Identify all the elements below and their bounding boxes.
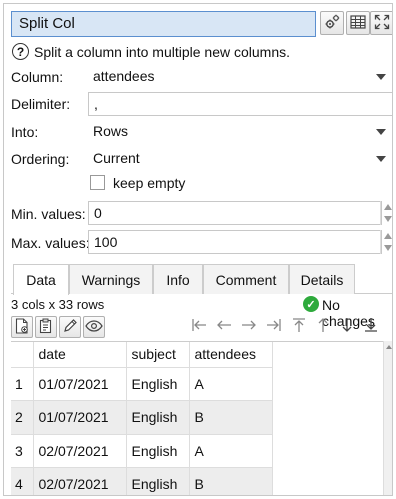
cell-attendees[interactable]: B: [189, 467, 273, 495]
row-number-header: [11, 342, 34, 368]
data-table: date subject attendees 1 01/07/2021 Engl…: [11, 342, 273, 495]
cell-attendees[interactable]: B: [189, 400, 273, 435]
last-column-button[interactable]: [263, 316, 285, 338]
min-values-input[interactable]: 0: [88, 201, 382, 225]
min-values-spinner[interactable]: [380, 201, 392, 225]
cell-subject[interactable]: English: [126, 367, 190, 401]
expand-icon: [374, 14, 390, 33]
spin-down-icon[interactable]: [384, 245, 392, 251]
view-button[interactable]: [83, 316, 105, 338]
into-select-value: Rows: [93, 123, 129, 139]
maximize-button[interactable]: [370, 11, 392, 35]
paste-icon: [39, 318, 53, 337]
right-arrow-icon: [241, 318, 257, 336]
top-icon: [292, 317, 306, 337]
table-view-button[interactable]: [346, 11, 370, 35]
tab-data[interactable]: Data: [13, 264, 69, 295]
help-icon[interactable]: ?: [12, 43, 29, 60]
split-col-panel: Split Col ? Split a column into multiple…: [3, 3, 393, 496]
cell-attendees[interactable]: A: [189, 367, 273, 401]
tab-details[interactable]: Details: [289, 264, 355, 294]
cell-date[interactable]: 01/07/2021: [33, 367, 127, 401]
edit-button[interactable]: [59, 316, 81, 338]
spin-up-icon[interactable]: [384, 233, 392, 239]
pencil-icon: [62, 318, 78, 337]
ordering-select-value: Current: [93, 150, 140, 166]
column-header-subject[interactable]: subject: [126, 342, 190, 368]
table-icon: [350, 14, 366, 32]
delimiter-input[interactable]: ,: [88, 92, 392, 116]
spin-down-icon[interactable]: [384, 216, 392, 222]
max-values-input[interactable]: 100: [88, 230, 382, 254]
row-number: 2: [11, 400, 34, 435]
table-row[interactable]: 3 02/07/2021 English A: [11, 434, 273, 468]
tab-warnings[interactable]: Warnings: [69, 264, 153, 294]
header-row: date subject attendees: [11, 342, 273, 368]
tab-bar: Data Warnings Info Comment Details: [11, 264, 392, 295]
chevron-down-icon: [376, 156, 386, 162]
delimiter-label: Delimiter:: [11, 96, 71, 112]
eye-icon: [85, 319, 103, 335]
column-header-attendees[interactable]: attendees: [189, 342, 273, 368]
column-select[interactable]: attendees: [88, 65, 392, 89]
left-arrow-icon: [216, 318, 232, 336]
first-column-icon: [191, 318, 207, 336]
cell-subject[interactable]: English: [126, 400, 190, 435]
keep-empty-checkbox[interactable]: [90, 175, 105, 190]
row-number: 3: [11, 434, 34, 468]
top-button[interactable]: [288, 316, 310, 338]
scroll-up-icon[interactable]: [386, 345, 392, 349]
into-select[interactable]: Rows: [88, 120, 392, 144]
column-select-value: attendees: [93, 68, 155, 84]
max-values-label: Max. values:: [11, 235, 90, 251]
description-text: Split a column into multiple new columns…: [34, 44, 291, 60]
bottom-button[interactable]: [360, 316, 382, 338]
ordering-label: Ordering:: [11, 151, 70, 167]
down-arrow-icon: [340, 317, 354, 337]
cell-subject[interactable]: English: [126, 467, 190, 495]
table-shape-text: 3 cols x 33 rows: [11, 297, 105, 312]
column-label: Column:: [11, 69, 64, 85]
left-button[interactable]: [213, 316, 235, 338]
cell-date[interactable]: 02/07/2021: [33, 434, 127, 468]
up-button[interactable]: [312, 316, 334, 338]
new-document-icon: [15, 317, 29, 337]
down-button[interactable]: [336, 316, 358, 338]
paste-button[interactable]: [35, 316, 57, 338]
gear-icon: [324, 14, 340, 33]
ordering-select[interactable]: Current: [88, 147, 392, 171]
table-row[interactable]: 2 01/07/2021 English B: [11, 400, 273, 435]
right-button[interactable]: [238, 316, 260, 338]
keep-empty-label: keep empty: [113, 175, 186, 191]
table-row[interactable]: 4 02/07/2021 English B: [11, 467, 273, 495]
new-document-button[interactable]: [11, 316, 33, 338]
spin-up-icon[interactable]: [384, 204, 392, 210]
table-row[interactable]: 1 01/07/2021 English A: [11, 367, 273, 401]
last-column-icon: [266, 318, 282, 336]
settings-button[interactable]: [320, 11, 344, 35]
up-arrow-icon: [316, 317, 330, 337]
column-header-date[interactable]: date: [33, 342, 127, 368]
into-label: Into:: [11, 124, 39, 140]
row-number: 4: [11, 467, 34, 495]
data-grid[interactable]: date subject attendees 1 01/07/2021 Engl…: [11, 341, 383, 495]
tab-comment[interactable]: Comment: [203, 264, 289, 294]
tab-info[interactable]: Info: [153, 264, 203, 294]
cell-date[interactable]: 02/07/2021: [33, 467, 127, 495]
chevron-down-icon: [376, 74, 386, 80]
cell-subject[interactable]: English: [126, 434, 190, 468]
chevron-down-icon: [376, 129, 386, 135]
first-column-button[interactable]: [188, 316, 210, 338]
check-circle-icon: ✓: [303, 296, 319, 312]
bottom-icon: [364, 317, 378, 337]
min-values-label: Min. values:: [11, 206, 86, 222]
cell-attendees[interactable]: A: [189, 434, 273, 468]
vertical-scrollbar[interactable]: [383, 341, 392, 495]
cell-date[interactable]: 01/07/2021: [33, 400, 127, 435]
max-values-spinner[interactable]: [380, 230, 392, 254]
row-number: 1: [11, 367, 34, 401]
transform-name-input[interactable]: Split Col: [11, 11, 316, 37]
